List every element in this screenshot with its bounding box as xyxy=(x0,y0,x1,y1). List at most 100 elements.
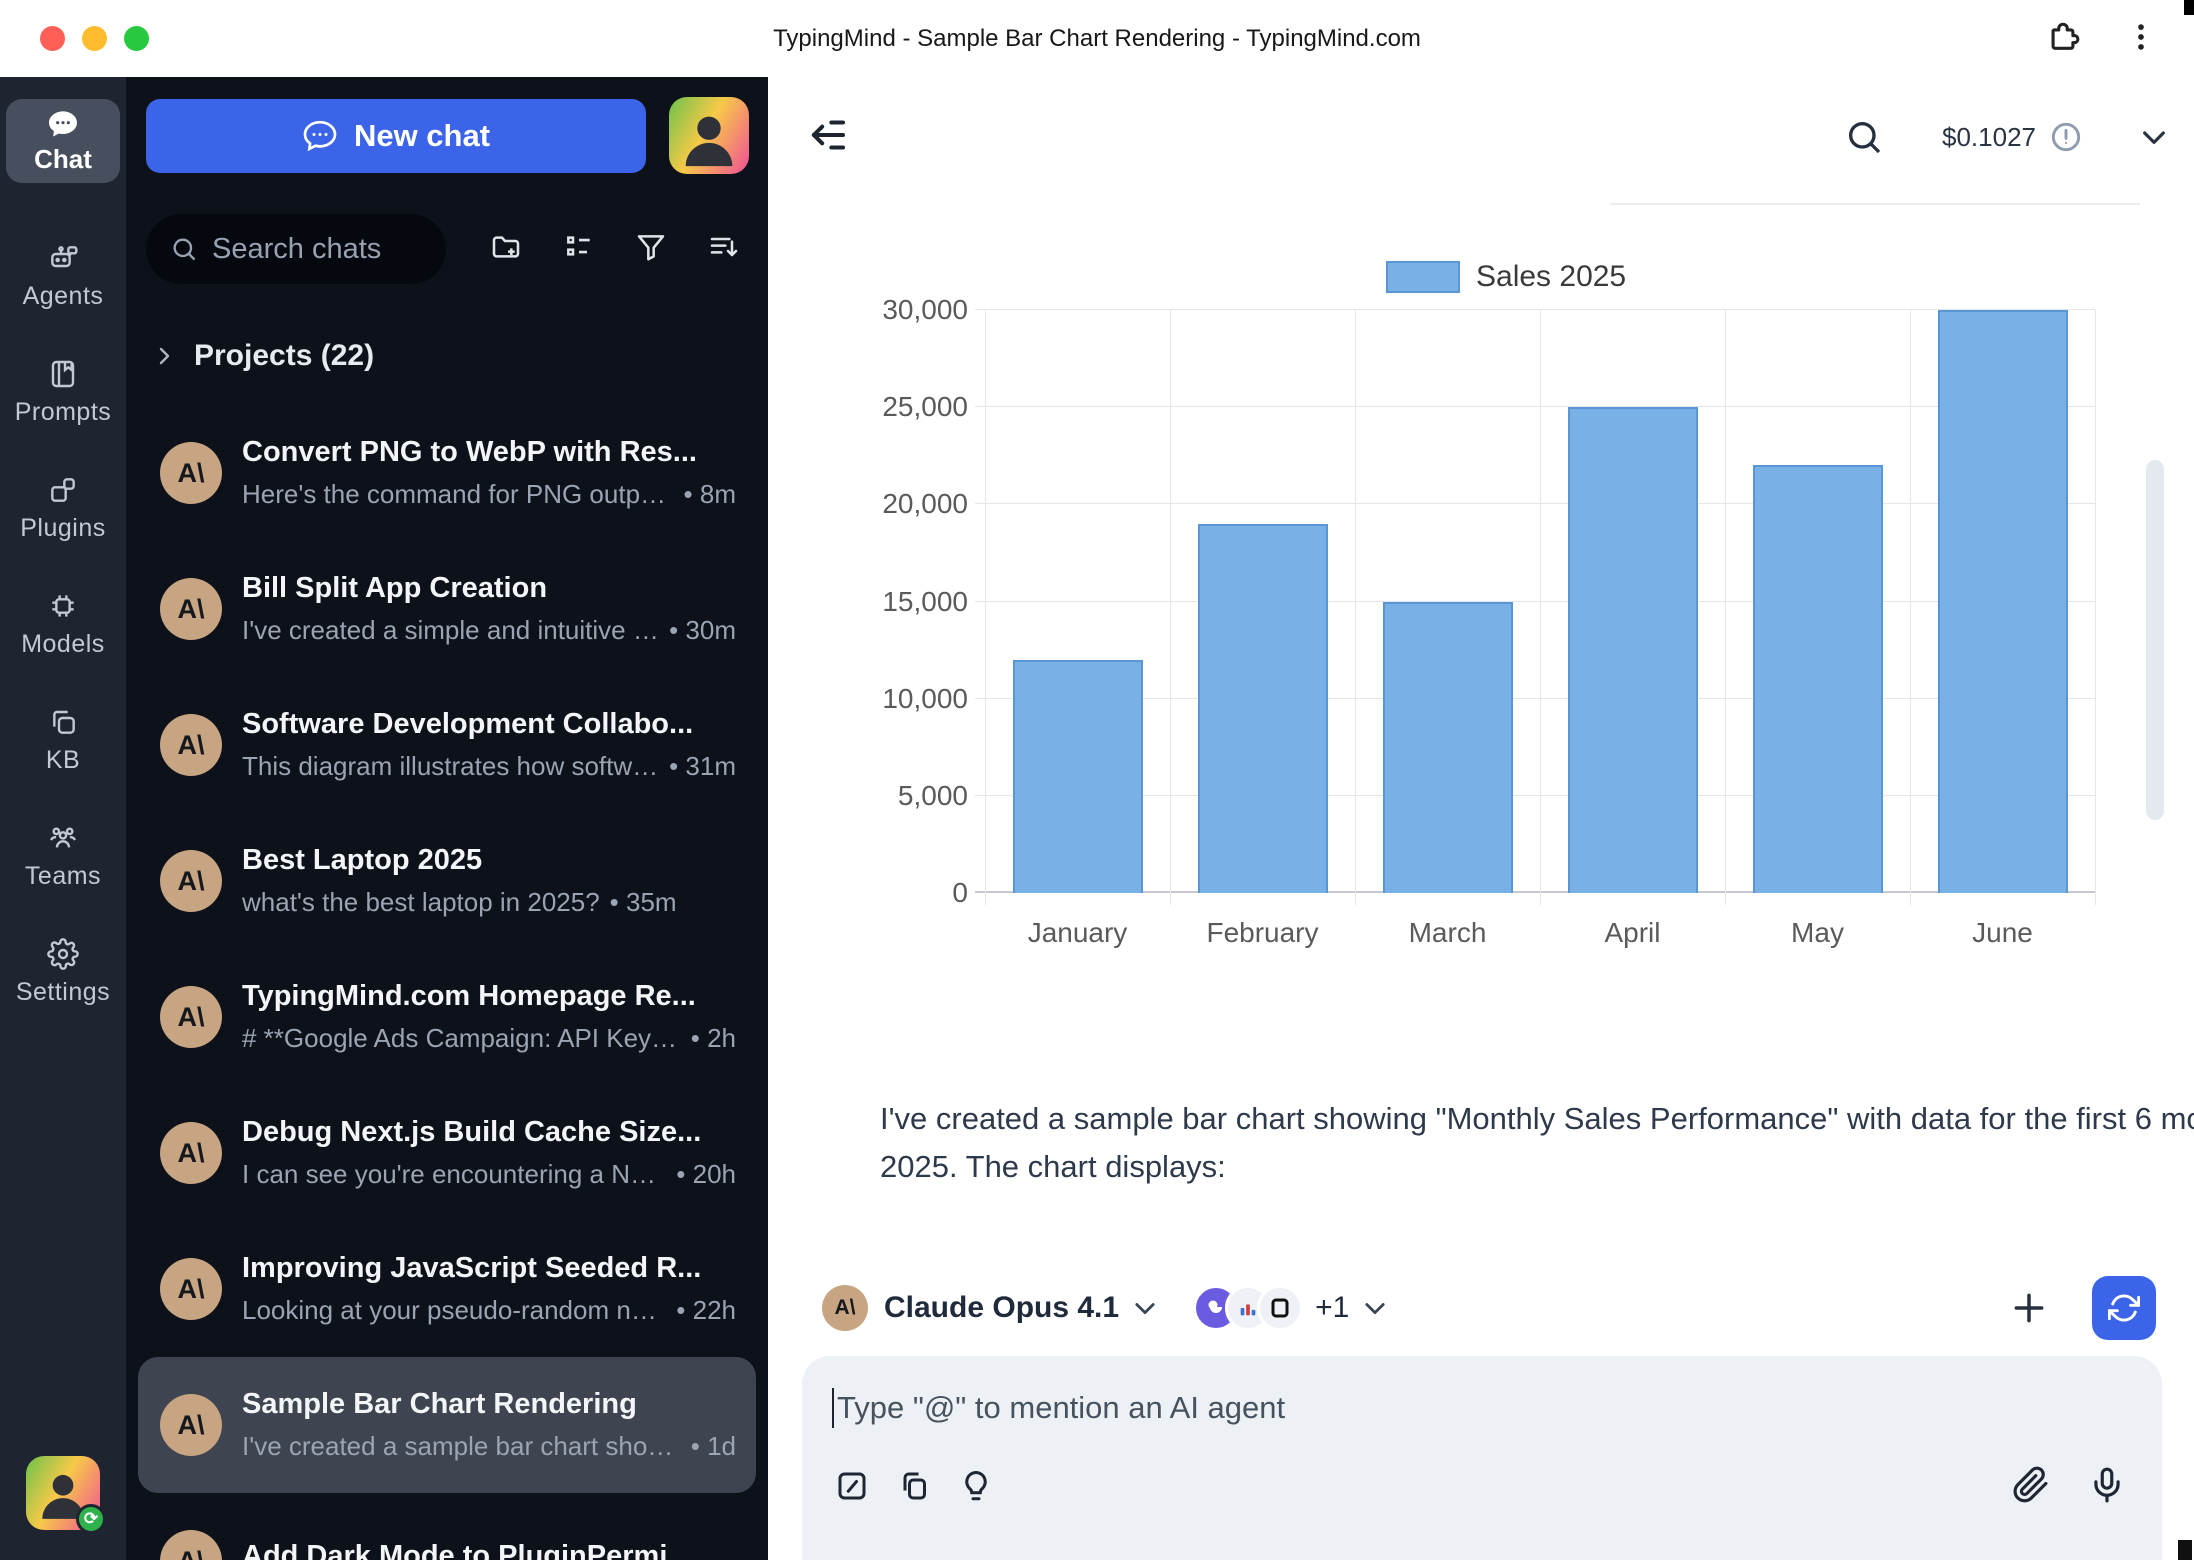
close-window-button[interactable] xyxy=(40,26,65,51)
chat-list-item[interactable]: A\ Bill Split App Creation I've created … xyxy=(138,541,756,677)
sidebar-item-agents[interactable]: Agents xyxy=(0,218,126,334)
pages-icon[interactable] xyxy=(896,1468,932,1509)
chat-title: TypingMind.com Homepage Re... xyxy=(242,980,736,1013)
gridline-x xyxy=(1170,310,1171,905)
chevron-down-icon[interactable] xyxy=(2138,121,2170,153)
profile-avatar[interactable] xyxy=(669,97,749,174)
chat-list-item[interactable]: A\ TypingMind.com Homepage Re... # **Goo… xyxy=(138,949,756,1085)
lightbulb-icon[interactable] xyxy=(958,1468,994,1509)
minimize-window-button[interactable] xyxy=(82,26,107,51)
zoom-window-button[interactable] xyxy=(124,26,149,51)
stack-icon xyxy=(47,706,79,738)
sidebar-item-settings[interactable]: Settings xyxy=(0,914,126,1030)
sidebar-item-teams[interactable]: Teams xyxy=(0,798,126,914)
chat-snippet: I've created a simple and intuitive bi..… xyxy=(242,615,659,646)
plugins-selector[interactable] xyxy=(1193,1285,1303,1331)
extensions-icon[interactable] xyxy=(2046,20,2080,59)
chart-y-axis-labels: 05,00010,00015,00020,00025,00030,000 xyxy=(768,310,968,893)
sidebar-item-plugins[interactable]: Plugins xyxy=(0,450,126,566)
gridline-y-5000 xyxy=(975,795,2095,796)
chat-time: • 30m xyxy=(669,615,736,646)
x-tick-label: March xyxy=(1355,917,1540,949)
legend-swatch xyxy=(1386,261,1460,293)
bar-March xyxy=(1383,602,1513,894)
model-selector[interactable]: Claude Opus 4.1 xyxy=(884,1291,1119,1325)
projects-label: Projects (22) xyxy=(194,339,374,373)
y-tick-label: 5,000 xyxy=(898,780,968,812)
gridline-y-0 xyxy=(975,891,2095,893)
chat-items-list: A\ Convert PNG to WebP with Res... Here'… xyxy=(126,405,768,1560)
sidebar-item-label: Prompts xyxy=(15,398,112,427)
cost-indicator[interactable]: $0.1027 xyxy=(1942,122,2036,153)
chat-list-item[interactable]: A\ Improving JavaScript Seeded R... Look… xyxy=(138,1221,756,1357)
chat-list-item-selected[interactable]: A\ Sample Bar Chart Rendering I've creat… xyxy=(138,1357,756,1493)
app-window: TypingMind - Sample Bar Chart Rendering … xyxy=(0,0,2194,1560)
user-avatar[interactable]: ⟳ xyxy=(26,1456,100,1530)
chat-title: Sample Bar Chart Rendering xyxy=(242,1388,736,1421)
gridline-x xyxy=(2095,310,2096,905)
chevron-down-icon[interactable] xyxy=(1361,1294,1389,1322)
chat-bubble-icon xyxy=(47,108,79,140)
chip-icon xyxy=(47,590,79,622)
prompt-library-icon[interactable] xyxy=(834,1468,870,1509)
chat-time: • 1d xyxy=(691,1431,736,1462)
chat-snippet: Here's the command for PNG output ... xyxy=(242,479,674,510)
traffic-lights xyxy=(40,26,149,51)
gridline-y-15000 xyxy=(975,601,2095,602)
sidebar-item-chat[interactable]: Chat xyxy=(6,99,120,183)
bar-April xyxy=(1568,407,1698,893)
chat-list-item[interactable]: A\ Software Development Collabo... This … xyxy=(138,677,756,813)
y-tick-label: 20,000 xyxy=(882,488,968,520)
bulk-select-icon[interactable] xyxy=(563,231,595,268)
scrollbar-thumb[interactable] xyxy=(2146,460,2164,820)
chat-time: • 20h xyxy=(676,1159,736,1190)
sidebar-item-models[interactable]: Models xyxy=(0,566,126,682)
search-icon xyxy=(170,235,198,263)
chat-list-item[interactable]: A\ Best Laptop 2025 what's the best lapt… xyxy=(138,813,756,949)
gridline-y-10000 xyxy=(975,698,2095,699)
y-tick-label: 30,000 xyxy=(882,294,968,326)
sidebar-item-label: Models xyxy=(21,630,105,659)
bar-February xyxy=(1198,524,1328,893)
anthropic-avatar: A\ xyxy=(160,1530,222,1560)
sidebar-item-prompts[interactable]: Prompts xyxy=(0,334,126,450)
anthropic-avatar: A\ xyxy=(160,714,222,776)
x-tick-label: June xyxy=(1910,917,2095,949)
chart-x-axis-labels: JanuaryFebruaryMarchAprilMayJune xyxy=(985,917,2095,957)
chat-list-item[interactable]: A\ Debug Next.js Build Cache Size... I c… xyxy=(138,1085,756,1221)
model-avatar: A\ xyxy=(822,1285,868,1331)
new-chat-button[interactable]: New chat xyxy=(146,99,646,173)
chat-list-item[interactable]: A\ Convert PNG to WebP with Res... Here'… xyxy=(138,405,756,541)
filter-icon[interactable] xyxy=(635,231,667,268)
message-composer[interactable]: Type "@" to mention an AI agent xyxy=(802,1356,2162,1560)
chat-title: Best Laptop 2025 xyxy=(242,844,736,877)
users-icon xyxy=(47,822,79,854)
y-tick-label: 15,000 xyxy=(882,586,968,618)
new-folder-icon[interactable] xyxy=(490,231,522,268)
y-tick-label: 10,000 xyxy=(882,683,968,715)
cost-warning-icon[interactable] xyxy=(2050,121,2082,153)
search-conversation-icon[interactable] xyxy=(1844,117,1884,157)
chat-title: Bill Split App Creation xyxy=(242,572,736,605)
assistant-message: I've created a sample bar chart showing … xyxy=(880,1095,2194,1191)
blocks-icon xyxy=(47,474,79,506)
collapse-sidebar-icon[interactable] xyxy=(808,115,852,159)
add-button[interactable] xyxy=(2010,1289,2048,1327)
microphone-icon[interactable] xyxy=(2088,1466,2126,1509)
sidebar-item-label: KB xyxy=(46,746,80,775)
chat-time: • 22h xyxy=(676,1295,736,1326)
sort-icon[interactable] xyxy=(708,231,740,268)
gridline-y-30000 xyxy=(975,309,2095,310)
plugins-more-count[interactable]: +1 xyxy=(1315,1291,1349,1325)
sidebar-item-kb[interactable]: KB xyxy=(0,682,126,798)
chevron-down-icon[interactable] xyxy=(1131,1294,1159,1322)
search-chats-input[interactable] xyxy=(212,233,422,266)
projects-group-toggle[interactable]: Projects (22) xyxy=(152,339,374,373)
chat-snippet: This diagram illustrates how softwar... xyxy=(242,751,659,782)
regenerate-button[interactable] xyxy=(2092,1276,2156,1340)
chat-title: Convert PNG to WebP with Res... xyxy=(242,436,736,469)
search-chats-field[interactable] xyxy=(146,214,446,284)
chat-list-item[interactable]: A\ Add Dark Mode to PluginPermi... xyxy=(138,1493,756,1560)
attachment-icon[interactable] xyxy=(2012,1466,2050,1509)
kebab-menu-icon[interactable] xyxy=(2124,20,2158,59)
